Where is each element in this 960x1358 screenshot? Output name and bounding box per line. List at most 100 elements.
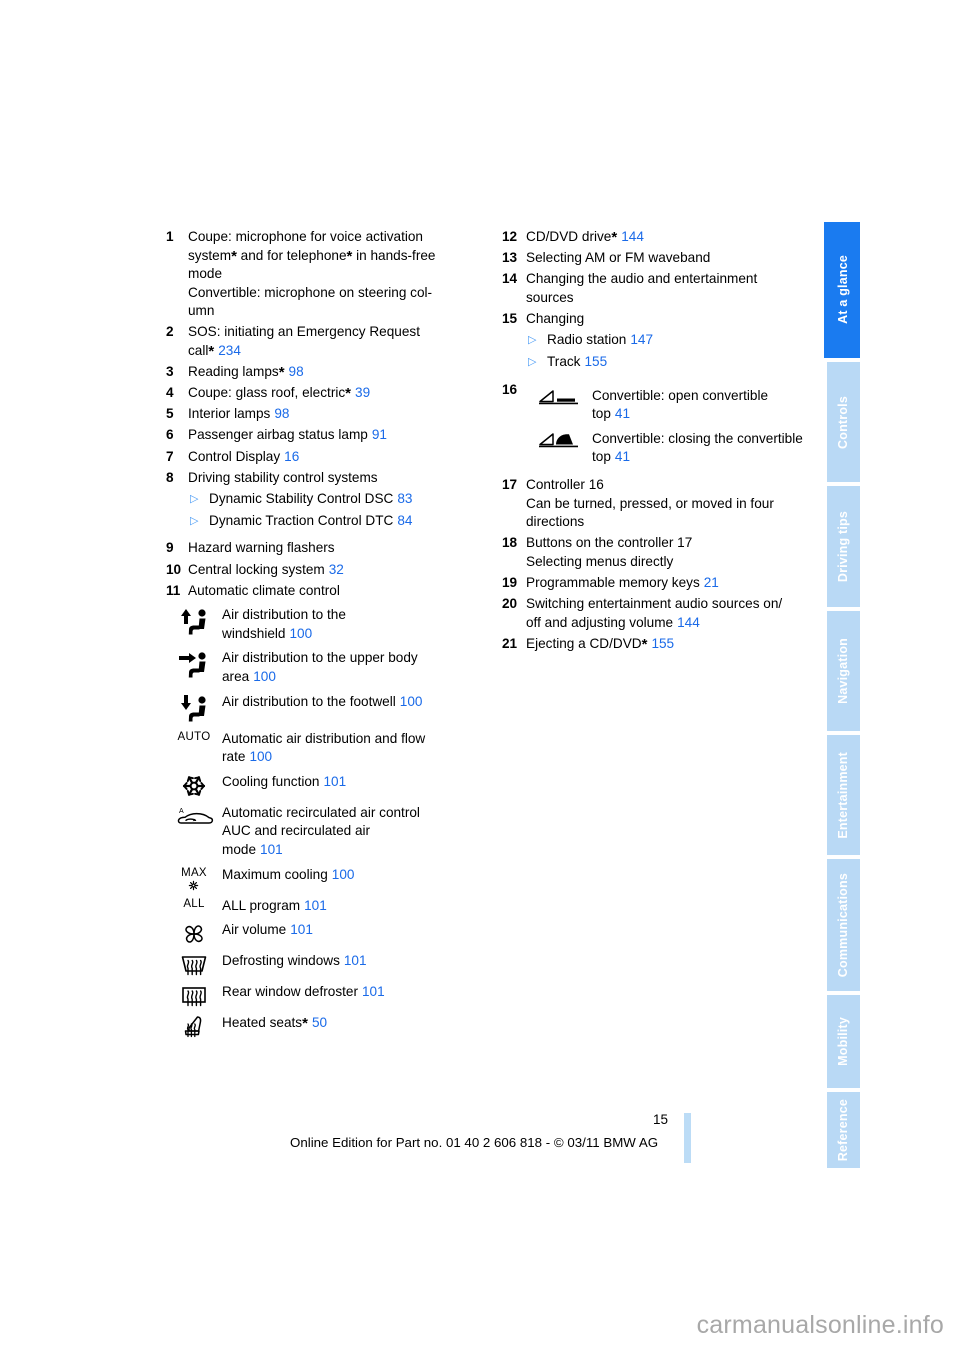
icon-legend-text: Automatic air distribution and flow rate 1… xyxy=(222,730,426,765)
icon-legend-text: Automatic recirculated air control AUC an… xyxy=(222,804,420,857)
optional-equipment-asterisk: * xyxy=(278,364,285,382)
legend-entry-3: 3 Reading lamps* 98 xyxy=(166,363,476,382)
page-reference[interactable]: 101 xyxy=(290,922,313,937)
page-reference[interactable]: 100 xyxy=(253,669,276,684)
legend-entry-21: 21 Ejecting a CD/DVD* 155 xyxy=(502,635,814,654)
optional-equipment-asterisk: * xyxy=(231,247,237,265)
page-reference[interactable]: 101 xyxy=(260,842,283,857)
page-reference[interactable]: 91 xyxy=(372,427,387,442)
page-reference[interactable]: 101 xyxy=(362,984,385,999)
page-reference[interactable]: 155 xyxy=(584,354,607,369)
icon-legend-text: Maximum cooling 100 xyxy=(222,866,355,882)
icon-legend-text: Air distribution to the upper body area 10… xyxy=(222,650,418,684)
page-reference[interactable]: 101 xyxy=(324,774,347,789)
climate-control-icon-legend: Air distribution to the windshield 100 Air … xyxy=(166,606,476,1039)
page-reference[interactable]: 39 xyxy=(355,385,370,400)
page-reference[interactable]: 21 xyxy=(704,575,719,590)
icon-legend-text: Air volume 101 xyxy=(222,922,313,938)
page-reference[interactable]: 144 xyxy=(677,615,700,630)
page-reference[interactable]: 234 xyxy=(218,343,241,358)
page-reference[interactable]: 101 xyxy=(344,953,367,968)
legend-sub-item: ▷ Dynamic Traction Control DTC 84 xyxy=(188,512,476,531)
legend-entry-number: 1 xyxy=(166,229,174,244)
page-reference[interactable]: 100 xyxy=(249,749,272,764)
page-reference[interactable]: 100 xyxy=(400,694,423,709)
legend-entry-number: 11 xyxy=(166,582,181,598)
page-reference[interactable]: 147 xyxy=(630,332,653,347)
legend-entry-body: Changing ▷ Radio station 147 ▷ Track 155 xyxy=(526,310,814,372)
legend-entry-body: Coupe: microphone for voice activation sy… xyxy=(188,229,436,319)
page-reference[interactable]: 100 xyxy=(332,867,355,882)
icon-legend-row: Air volume 101 xyxy=(166,921,476,946)
rear-window-defroster-icon xyxy=(166,983,222,1008)
icon-legend-row: Convertible: closing the convertible top 4… xyxy=(526,430,814,467)
icon-legend-text: Rear window defroster 101 xyxy=(222,984,385,1000)
icon-legend-text: Air distribution to the windshield 100 xyxy=(222,607,346,641)
page-reference[interactable]: 41 xyxy=(615,449,630,464)
page-reference[interactable]: 98 xyxy=(274,406,289,421)
page-reference[interactable]: 144 xyxy=(621,229,644,244)
page-reference[interactable]: 84 xyxy=(397,513,412,528)
section-tab-label: Driving tips xyxy=(836,510,851,582)
legend-entry-number: 14 xyxy=(502,271,518,287)
optional-equipment-asterisk: * xyxy=(302,1015,308,1033)
page-reference[interactable]: 98 xyxy=(289,364,304,379)
legend-entry-body: Hazard warning flashers xyxy=(188,540,335,556)
icon-legend-row: Air distribution to the footwell 100 xyxy=(166,693,476,724)
heated-seats-icon xyxy=(166,1014,222,1039)
legend-entry-body: Coupe: glass roof, electric* 39 xyxy=(188,385,371,403)
page-reference[interactable]: 41 xyxy=(615,406,630,421)
section-tab-navigation[interactable]: Navigation xyxy=(824,610,860,731)
page-reference[interactable]: 83 xyxy=(397,491,412,506)
cooling-snowflake-icon xyxy=(166,773,222,798)
icon-legend-text: Heated seats* 50 xyxy=(222,1015,328,1033)
right-content-column: 12 CD/DVD drive* 144 13 Selecting AM or FM w… xyxy=(502,228,814,656)
section-tab-reference[interactable]: Reference xyxy=(824,1092,860,1168)
page-reference[interactable]: 155 xyxy=(651,636,674,651)
page-reference[interactable]: 16 xyxy=(284,449,299,464)
legend-entry-number: 21 xyxy=(502,635,518,651)
legend-entry-number: 7 xyxy=(166,448,174,464)
legend-entry-body: Passenger airbag status lamp 91 xyxy=(188,427,387,443)
section-tab-driving-tips[interactable]: Driving tips xyxy=(824,486,860,607)
legend-entry-14: 14 Changing the audio and entertainment so… xyxy=(502,270,814,307)
icon-legend-text: Convertible: closing the convertible top 4… xyxy=(592,430,803,465)
section-tab-entertainment[interactable]: Entertainment xyxy=(824,734,860,856)
section-tab-mobility[interactable]: Mobility xyxy=(824,995,860,1089)
page-reference[interactable]: 32 xyxy=(329,562,344,577)
page-reference[interactable]: 101 xyxy=(304,898,327,913)
bullet-triangle-icon: ▷ xyxy=(190,493,199,506)
legend-entry-body: Interior lamps 98 xyxy=(188,406,290,422)
optional-equipment-asterisk: * xyxy=(641,635,648,653)
icon-legend-row: Heated seats* 50 xyxy=(166,1014,476,1039)
section-tab-label: Entertainment xyxy=(836,751,851,839)
page-reference[interactable]: 50 xyxy=(312,1015,327,1030)
page-reference[interactable]: 100 xyxy=(289,626,312,641)
left-content-column: 1 Coupe: microphone for voice activation s… xyxy=(166,228,476,1039)
legend-entry-number: 6 xyxy=(166,427,174,443)
legend-entry-4: 4 Coupe: glass roof, electric* 39 xyxy=(166,384,476,403)
air-volume-fan-icon xyxy=(166,921,222,946)
icon-legend-text: Air distribution to the footwell 100 xyxy=(222,693,423,709)
section-tab-label: Controls xyxy=(836,395,851,449)
optional-equipment-asterisk: * xyxy=(346,247,353,265)
icon-legend-row: AUTO Automatic air distribution and flow r… xyxy=(166,730,476,767)
section-tab-strip: At a glance Controls Driving tips Navigatio… xyxy=(820,222,860,1172)
legend-entry-13: 13 Selecting AM or FM waveband xyxy=(502,249,814,268)
legend-entry-number: 16 xyxy=(502,381,518,397)
legend-entry-number: 15 xyxy=(502,310,518,326)
section-tab-at-a-glance[interactable]: At a glance xyxy=(824,222,860,358)
section-tab-communications[interactable]: Communications xyxy=(824,859,860,992)
legend-entry-body: Programmable memory keys 21 xyxy=(526,575,719,590)
legend-sub-text: Dynamic Traction Control DTC 84 xyxy=(209,512,413,528)
legend-entry-body: Central locking system 32 xyxy=(188,561,344,577)
legend-entry-6: 6 Passenger airbag status lamp 91 xyxy=(166,426,476,445)
icon-legend-text: Cooling function 101 xyxy=(222,773,347,789)
legend-entry-number: 2 xyxy=(166,324,174,340)
legend-entry-15: 15 Changing ▷ Radio station 147 ▷ Track 155 xyxy=(502,310,814,372)
icon-legend-row: Rear window defroster 101 xyxy=(166,983,476,1008)
maximum-cooling-icon: MAX xyxy=(166,866,222,891)
section-tab-controls[interactable]: Controls xyxy=(824,361,860,483)
legend-entry-16: 16 Convertible: open convertible top 41 Conv… xyxy=(502,381,814,467)
legend-entry-number: 8 xyxy=(166,469,174,485)
